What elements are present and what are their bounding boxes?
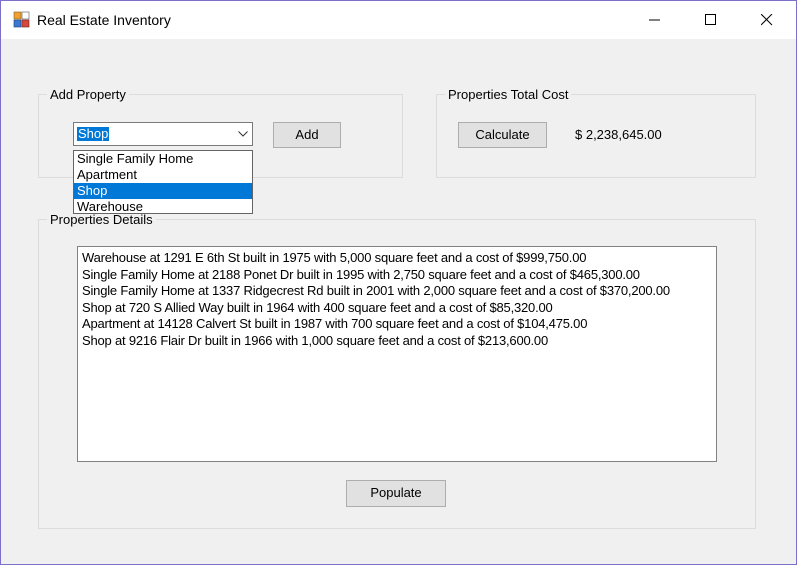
list-item[interactable]: Warehouse at 1291 E 6th St built in 1975… [82, 250, 712, 267]
app-icon [13, 11, 30, 28]
main-window: Real Estate Inventory Add Property Shop [0, 0, 797, 565]
window-title: Real Estate Inventory [37, 12, 171, 28]
list-item[interactable]: Single Family Home at 2188 Ponet Dr buil… [82, 267, 712, 284]
total-cost-title: Properties Total Cost [445, 87, 572, 102]
combobox-dropdown-button[interactable] [234, 123, 252, 145]
maximize-icon [705, 14, 716, 25]
total-cost-value: $ 2,238,645.00 [575, 127, 662, 142]
chevron-down-icon [238, 131, 248, 137]
dropdown-option-single-family-home[interactable]: Single Family Home [74, 151, 252, 167]
dropdown-option-warehouse[interactable]: Warehouse [74, 199, 252, 215]
calculate-button[interactable]: Calculate [458, 122, 547, 148]
populate-button[interactable]: Populate [346, 480, 446, 507]
maximize-button[interactable] [683, 1, 739, 39]
add-button[interactable]: Add [273, 122, 341, 148]
minimize-button[interactable] [627, 1, 683, 39]
title-bar[interactable]: Real Estate Inventory [1, 1, 796, 39]
properties-listbox[interactable]: Warehouse at 1291 E 6th St built in 1975… [77, 246, 717, 462]
property-type-dropdown-list: Single Family Home Apartment Shop Wareho… [73, 150, 253, 214]
list-item[interactable]: Shop at 720 S Allied Way built in 1964 w… [82, 300, 712, 317]
combobox-value: Shop [77, 126, 110, 141]
property-type-combobox[interactable]: Shop [73, 122, 253, 146]
add-property-title: Add Property [47, 87, 129, 102]
dropdown-option-apartment[interactable]: Apartment [74, 167, 252, 183]
list-item[interactable]: Shop at 9216 Flair Dr built in 1966 with… [82, 333, 712, 350]
minimize-icon [649, 19, 660, 21]
close-icon [761, 14, 773, 26]
close-button[interactable] [739, 1, 795, 39]
list-item[interactable]: Single Family Home at 1337 Ridgecrest Rd… [82, 283, 712, 300]
dropdown-option-shop[interactable]: Shop [74, 183, 252, 199]
list-item[interactable]: Apartment at 14128 Calvert St built in 1… [82, 316, 712, 333]
